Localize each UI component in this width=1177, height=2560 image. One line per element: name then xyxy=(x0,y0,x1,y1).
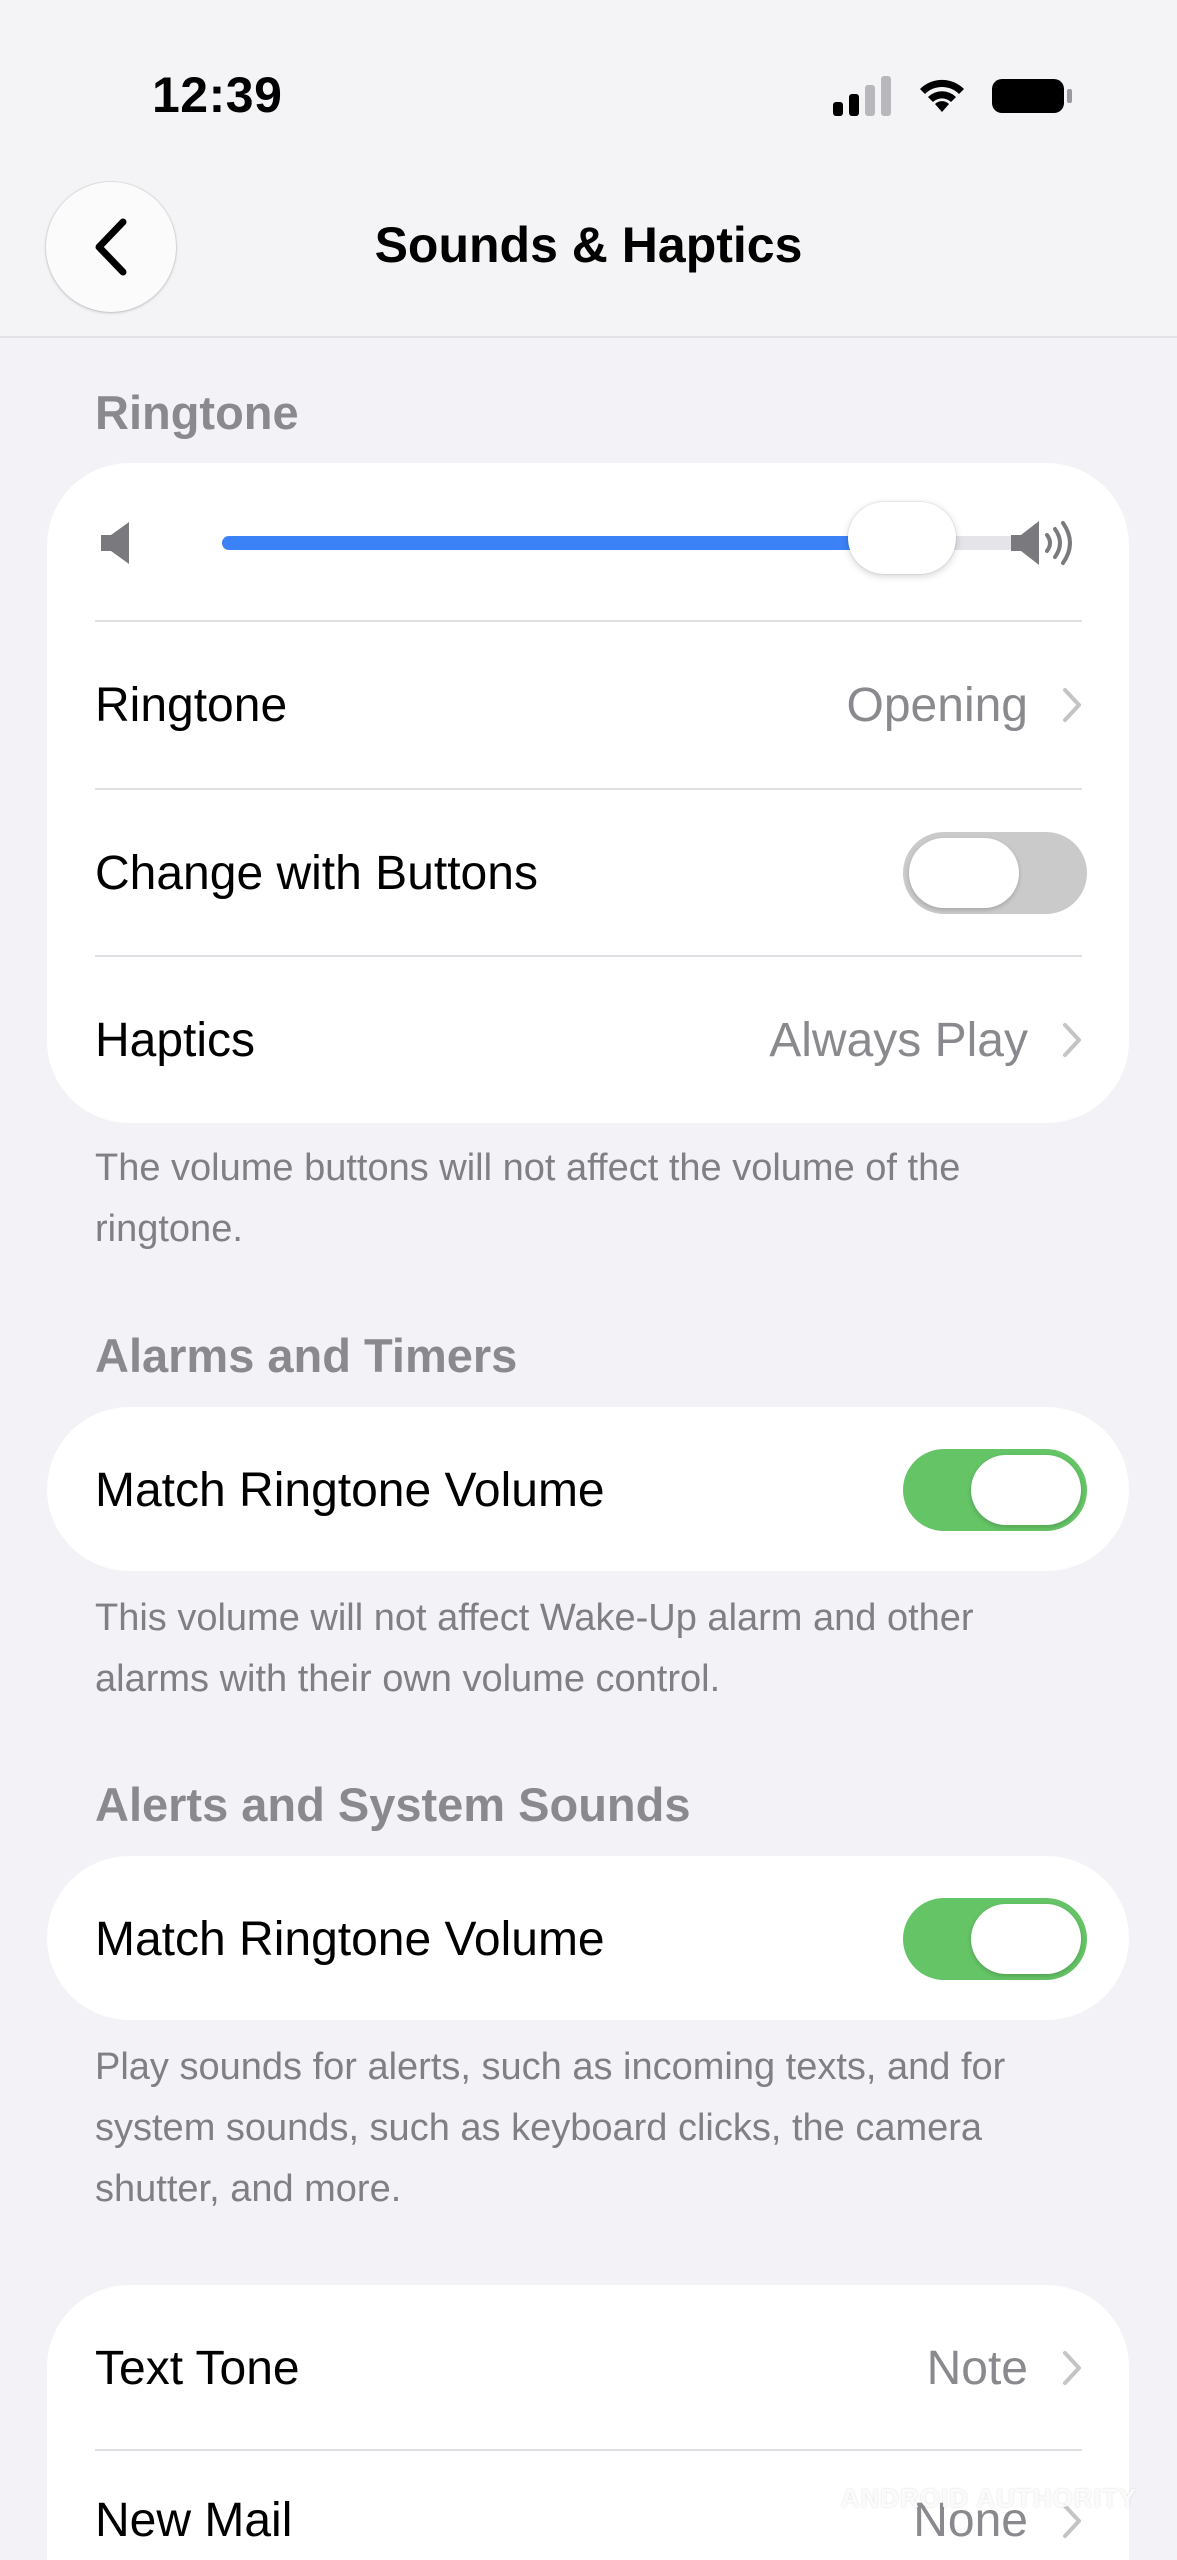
navigation-bar: 12:39 Sounds & Haptics xyxy=(0,0,1177,338)
chevron-right-icon xyxy=(1063,688,1081,722)
chevron-right-icon xyxy=(1063,1023,1081,1057)
section-header-alerts: Alerts and System Sounds xyxy=(95,1778,691,1831)
tones-card: Text Tone Note New Mail None xyxy=(47,2285,1129,2560)
alarms-card: Match Ringtone Volume xyxy=(47,1407,1129,1571)
volume-slider-thumb[interactable] xyxy=(848,502,956,574)
ringtone-row[interactable]: Ringtone Opening xyxy=(95,622,1082,788)
section-header-ringtone: Ringtone xyxy=(95,386,299,439)
alerts-match-volume-row: Match Ringtone Volume xyxy=(95,1856,1087,2022)
alarms-match-volume-row: Match Ringtone Volume xyxy=(95,1407,1087,1573)
alerts-footnote: Play sounds for alerts, such as incoming… xyxy=(95,2046,1006,2210)
chevron-right-icon xyxy=(1063,2351,1081,2385)
haptics-row[interactable]: Haptics Always Play xyxy=(95,957,1082,1123)
section-header-alarms: Alarms and Timers xyxy=(95,1329,518,1382)
status-time: 12:39 xyxy=(152,67,283,123)
battery-icon xyxy=(992,79,1072,113)
ringtone-footnote: The volume buttons will not affect the v… xyxy=(95,1147,961,1250)
haptics-row-label: Haptics xyxy=(95,1013,256,1067)
cellular-signal-icon xyxy=(833,76,891,116)
page-title: Sounds & Haptics xyxy=(374,217,803,273)
alarms-match-volume-toggle[interactable] xyxy=(903,1449,1087,1531)
volume-slider-fill xyxy=(222,536,902,550)
change-with-buttons-toggle[interactable] xyxy=(903,832,1087,914)
text-tone-row[interactable]: Text Tone Note xyxy=(95,2285,1082,2451)
text-tone-value: Note xyxy=(926,2341,1028,2395)
speaker-low-icon xyxy=(101,522,129,564)
speaker-high-icon xyxy=(1011,521,1072,565)
alerts-match-volume-label: Match Ringtone Volume xyxy=(95,1912,605,1966)
text-tone-label: Text Tone xyxy=(95,2341,300,2395)
alarms-footnote: This volume will not affect Wake-Up alar… xyxy=(95,1597,974,1700)
new-mail-label: New Mail xyxy=(95,2494,293,2547)
ringtone-volume-slider[interactable] xyxy=(222,502,1022,574)
ringtone-row-label: Ringtone xyxy=(95,678,288,732)
status-icons xyxy=(833,72,1073,120)
haptics-row-value: Always Play xyxy=(769,1013,1028,1067)
watermark: ANDROID AUTHORITY xyxy=(840,2483,1137,2513)
change-with-buttons-row: Change with Buttons xyxy=(95,790,1087,956)
ringtone-card: Ringtone Opening Change with Buttons Hap… xyxy=(47,463,1129,1123)
change-with-buttons-label: Change with Buttons xyxy=(95,846,538,900)
alerts-match-volume-toggle[interactable] xyxy=(903,1898,1087,1980)
wifi-icon xyxy=(920,79,964,112)
alarms-match-volume-label: Match Ringtone Volume xyxy=(95,1463,605,1517)
alerts-card: Match Ringtone Volume xyxy=(47,1856,1129,2020)
ringtone-row-value: Opening xyxy=(846,678,1028,732)
